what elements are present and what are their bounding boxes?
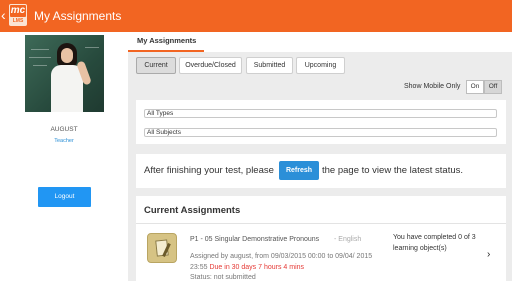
filter-tab-upcoming[interactable]: Upcoming: [296, 57, 345, 74]
mobile-only-label: Show Mobile Only: [404, 83, 461, 90]
divider: [136, 223, 506, 224]
logo-mark: mc: [10, 5, 26, 17]
chalk-line: [31, 49, 49, 50]
chalk-line: [29, 57, 51, 58]
filter-selects: All Types All Subjects: [136, 100, 506, 144]
app-title: My Assignments: [34, 9, 122, 23]
tab-active-indicator: [128, 50, 204, 52]
type-select[interactable]: All Types: [144, 109, 497, 118]
avatar-face: [61, 48, 73, 63]
chalk-line: [85, 47, 99, 48]
assignment-progress: You have completed 0 of 3 learning objec…: [393, 234, 476, 252]
chevron-right-icon[interactable]: ›: [487, 249, 490, 260]
assignment-language: - English: [334, 236, 362, 243]
main-content: My Assignments Current Overdue/Closed Su…: [128, 32, 512, 281]
app-header: ‹ mc LMS My Assignments: [0, 0, 512, 32]
assignments-heading: Current Assignments: [144, 205, 241, 216]
mobile-toggle-on[interactable]: On: [466, 80, 484, 94]
logout-button[interactable]: Logout: [38, 187, 91, 207]
assignment-status: Status: not submitted: [190, 274, 256, 281]
chevron-left-icon[interactable]: ‹: [1, 7, 6, 23]
tab-my-assignments[interactable]: My Assignments: [137, 36, 196, 45]
avatar-body: [51, 65, 83, 112]
user-role: Teacher: [54, 138, 74, 144]
assignment-title[interactable]: P1 - 05 Singular Demonstrative Pronouns: [190, 236, 319, 243]
assignment-icon: [147, 233, 177, 263]
refresh-notice: After finishing your test, please Refres…: [136, 154, 506, 188]
subject-select[interactable]: All Subjects: [144, 128, 497, 137]
refresh-message-start: After finishing your test, please: [144, 165, 274, 176]
assignment-schedule: Assigned by august, from 09/03/2015 00:0…: [190, 251, 380, 273]
app-logo: mc LMS: [9, 4, 27, 26]
assignment-due-text: Due in 30 days 7 hours 4 mins: [209, 264, 305, 271]
filter-tab-current[interactable]: Current: [136, 57, 176, 74]
user-name: AUGUST: [50, 126, 78, 133]
sidebar: AUGUST Teacher Logout: [0, 32, 128, 281]
chalk-line: [33, 65, 47, 66]
filter-tab-submitted[interactable]: Submitted: [246, 57, 293, 74]
refresh-message-end: the page to view the latest status.: [322, 165, 464, 176]
user-avatar: [25, 35, 104, 112]
mobile-toggle-off[interactable]: Off: [484, 80, 502, 94]
current-assignments-panel: Current Assignments P1 - 05 Singular Dem…: [136, 196, 506, 281]
logo-subtext: LMS: [12, 18, 24, 24]
refresh-button[interactable]: Refresh: [279, 161, 319, 180]
filter-tab-overdue-closed[interactable]: Overdue/Closed: [179, 57, 242, 74]
page-tab-bar: My Assignments: [128, 32, 512, 52]
